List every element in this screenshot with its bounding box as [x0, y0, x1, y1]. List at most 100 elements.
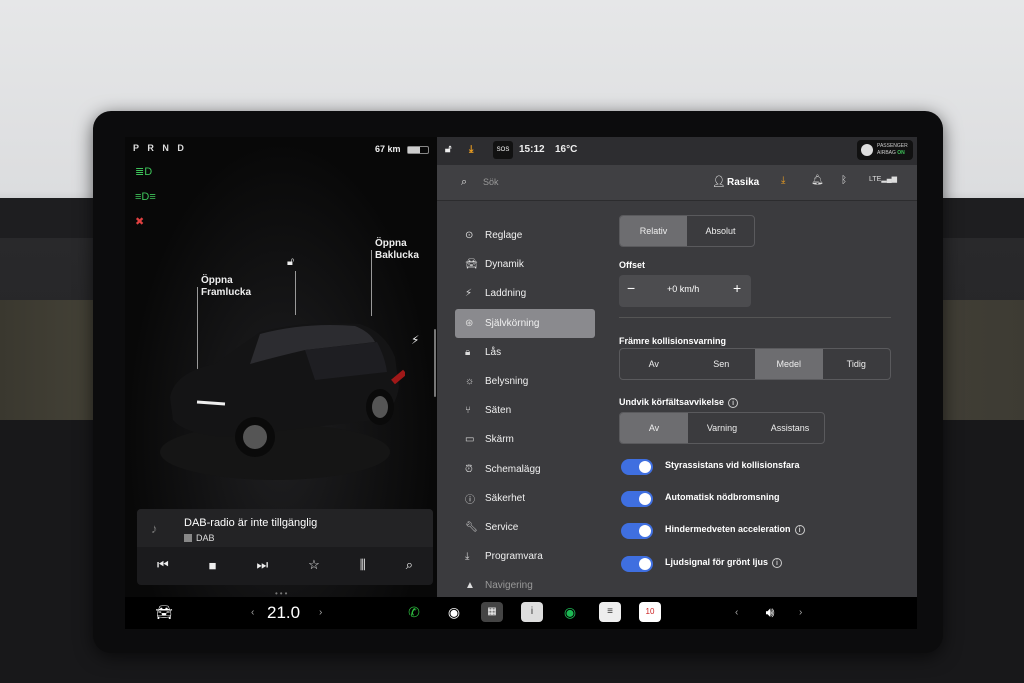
bolt-icon: ⚡︎: [465, 288, 473, 300]
temp-down-chevron[interactable]: ‹: [251, 607, 254, 618]
media-search-icon[interactable]: ⌕: [406, 557, 413, 573]
driver-profile[interactable]: Rasika: [727, 177, 759, 188]
offset-stepper: − +0 km/h +: [619, 275, 751, 307]
offset-value: +0 km/h: [667, 284, 700, 294]
decrease-button[interactable]: −: [627, 280, 635, 296]
emergency-braking-toggle[interactable]: [621, 491, 653, 507]
lane-varning[interactable]: Varning: [688, 413, 756, 443]
scroll-indicator: [434, 329, 436, 397]
next-icon[interactable]: ⏭︎: [256, 557, 268, 573]
media-source[interactable]: DAB: [184, 533, 215, 543]
touchscreen: P R N D 67 km ≣D ≡D≡ ✖ Öppna Framlucka Öp…: [125, 137, 917, 629]
previous-icon[interactable]: ⏮︎: [157, 557, 169, 573]
speed-mode-relativ[interactable]: Relativ: [620, 216, 687, 246]
equalizer-icon[interactable]: ⫼: [360, 557, 366, 573]
navigation-icon: ▲: [465, 580, 475, 592]
lane-av[interactable]: Av: [620, 413, 688, 443]
nav-sjalvkorning[interactable]: ⊛ Självkörning: [455, 308, 595, 338]
info-icon[interactable]: i: [728, 398, 739, 408]
increase-button[interactable]: +: [733, 280, 741, 296]
toggle-icon: ⊙: [465, 230, 474, 242]
nav-programvara[interactable]: ⤓ Programvara: [455, 542, 595, 571]
nav-sakerhet[interactable]: ⓘ Säkerhet: [455, 484, 595, 513]
calendar-icon[interactable]: 10: [639, 602, 661, 622]
phone-icon[interactable]: ✆: [403, 602, 425, 622]
camera-icon[interactable]: ◉: [443, 602, 465, 622]
fcw-selector: Av Sen Medel Tidig: [619, 348, 891, 380]
lane-departure-selector: Av Varning Assistans: [619, 412, 825, 444]
nav-saten[interactable]: ⑂ Säten: [455, 396, 595, 425]
wrench-icon: 🔧︎: [465, 521, 478, 533]
software-update-icon[interactable]: ⤓: [781, 175, 785, 186]
obstacle-acceleration-toggle[interactable]: [621, 523, 653, 539]
steering-wheel-icon: ⊛: [465, 317, 474, 329]
bottom-dock: 🚘︎ ‹ 21.0 › ✆ ◉ ▦ i ◉ ≡ 10 ‹ 🔊︎ ›: [125, 597, 917, 629]
nav-las[interactable]: 🔒︎ Lås: [455, 338, 595, 367]
lane-departure-label: Undvik körfältsavvikelse i: [619, 397, 739, 408]
update-download-icon[interactable]: ⤓: [469, 144, 473, 155]
speed-mode-absolut[interactable]: Absolut: [687, 216, 754, 246]
nav-schemalagg[interactable]: ⏰︎ Schemalägg: [455, 455, 595, 484]
outside-temperature: 16°C: [555, 144, 578, 155]
media-title: DAB-radio är inte tillgänglig: [184, 517, 318, 529]
trunk-label[interactable]: Öppna Baklucka: [375, 238, 419, 262]
unlock-icon[interactable]: 🔓︎: [287, 256, 299, 268]
airbag-icon: [861, 144, 873, 156]
sos-button[interactable]: SOS: [493, 141, 513, 159]
stop-icon[interactable]: ■: [209, 558, 217, 573]
lte-signal-icon: LTE▂▄▆: [869, 176, 898, 183]
toggle-row-green-light-chime: Ljudsignal för grönt ljus i: [619, 554, 899, 574]
manual-icon[interactable]: i: [521, 602, 543, 622]
passenger-airbag-indicator: PASSENGER AIRBAG ON: [857, 140, 913, 160]
settings-nav: ⊙ Reglage 🚘︎ Dynamik ⚡︎ Laddning ⊛ Självkörn…: [455, 221, 595, 600]
spotify-icon[interactable]: ◉: [559, 602, 581, 622]
green-light-chime-toggle[interactable]: [621, 556, 653, 572]
notification-bell-icon[interactable]: 🔔︎: [811, 175, 824, 186]
nav-belysning[interactable]: ☼ Belysning: [455, 367, 595, 396]
gear-selector: P R N D: [133, 143, 187, 153]
nav-skarm[interactable]: ▭ Skärm: [455, 425, 595, 454]
car-model: [160, 323, 405, 480]
volume-up-chevron[interactable]: ›: [799, 607, 802, 618]
speed-mode-selector: Relativ Absolut: [619, 215, 755, 247]
car-icon[interactable]: 🚘︎: [153, 602, 175, 622]
info-icon[interactable]: i: [794, 525, 805, 535]
nav-reglage[interactable]: ⊙ Reglage: [455, 221, 595, 250]
download-icon: ⤓: [465, 551, 470, 563]
notes-icon[interactable]: ≡: [599, 602, 621, 622]
toggle-row-emergency-braking: Automatisk nödbromsning: [619, 489, 899, 509]
volume-icon[interactable]: 🔊︎: [759, 602, 781, 622]
steering-assist-toggle[interactable]: [621, 459, 653, 475]
nav-dynamik[interactable]: 🚘︎ Dynamik: [455, 250, 595, 279]
divider: [619, 317, 891, 318]
temp-up-chevron[interactable]: ›: [319, 607, 322, 618]
bluetooth-icon[interactable]: ᛒ: [841, 175, 847, 186]
apps-icon[interactable]: ▦: [481, 602, 503, 622]
lock-status-icon[interactable]: 🔓︎: [445, 144, 451, 155]
volume-down-chevron[interactable]: ‹: [735, 607, 738, 618]
search-input[interactable]: Sök: [483, 177, 499, 187]
user-icon[interactable]: 👤︎: [712, 175, 726, 188]
car-panel: P R N D 67 km ≣D ≡D≡ ✖ Öppna Framlucka Öp…: [125, 137, 437, 598]
fcw-av[interactable]: Av: [620, 349, 688, 379]
info-icon[interactable]: i: [772, 558, 782, 568]
fcw-sen[interactable]: Sen: [688, 349, 756, 379]
offset-label: Offset: [619, 260, 646, 270]
fcw-tidig[interactable]: Tidig: [823, 349, 891, 379]
lane-assistans[interactable]: Assistans: [756, 413, 824, 443]
sun-icon: ☼: [465, 376, 475, 388]
fcw-label: Främre kollisionsvarning: [619, 336, 727, 346]
search-bar[interactable]: ⌕ Sök 👤︎ Rasika ⤓ 🔔︎ ᛒ LTE▂▄▆: [437, 165, 917, 201]
fcw-medel[interactable]: Medel: [755, 349, 823, 379]
nav-laddning[interactable]: ⚡︎ Laddning: [455, 279, 595, 308]
frunk-label[interactable]: Öppna Framlucka: [201, 275, 251, 299]
parking-light-icon: ≡D≡: [135, 191, 156, 203]
cabin-temperature[interactable]: 21.0: [267, 603, 300, 623]
favorite-star-icon[interactable]: ☆: [308, 557, 320, 573]
battery-icon: [407, 146, 429, 154]
charge-port-icon[interactable]: ⚡︎: [411, 333, 419, 347]
search-icon: ⌕: [461, 176, 468, 188]
nav-service[interactable]: 🔧︎ Service: [455, 513, 595, 542]
media-player: ♪ DAB-radio är inte tillgänglig DAB ⏮︎ ■…: [137, 509, 433, 585]
seat-icon: ⑂: [465, 405, 471, 417]
